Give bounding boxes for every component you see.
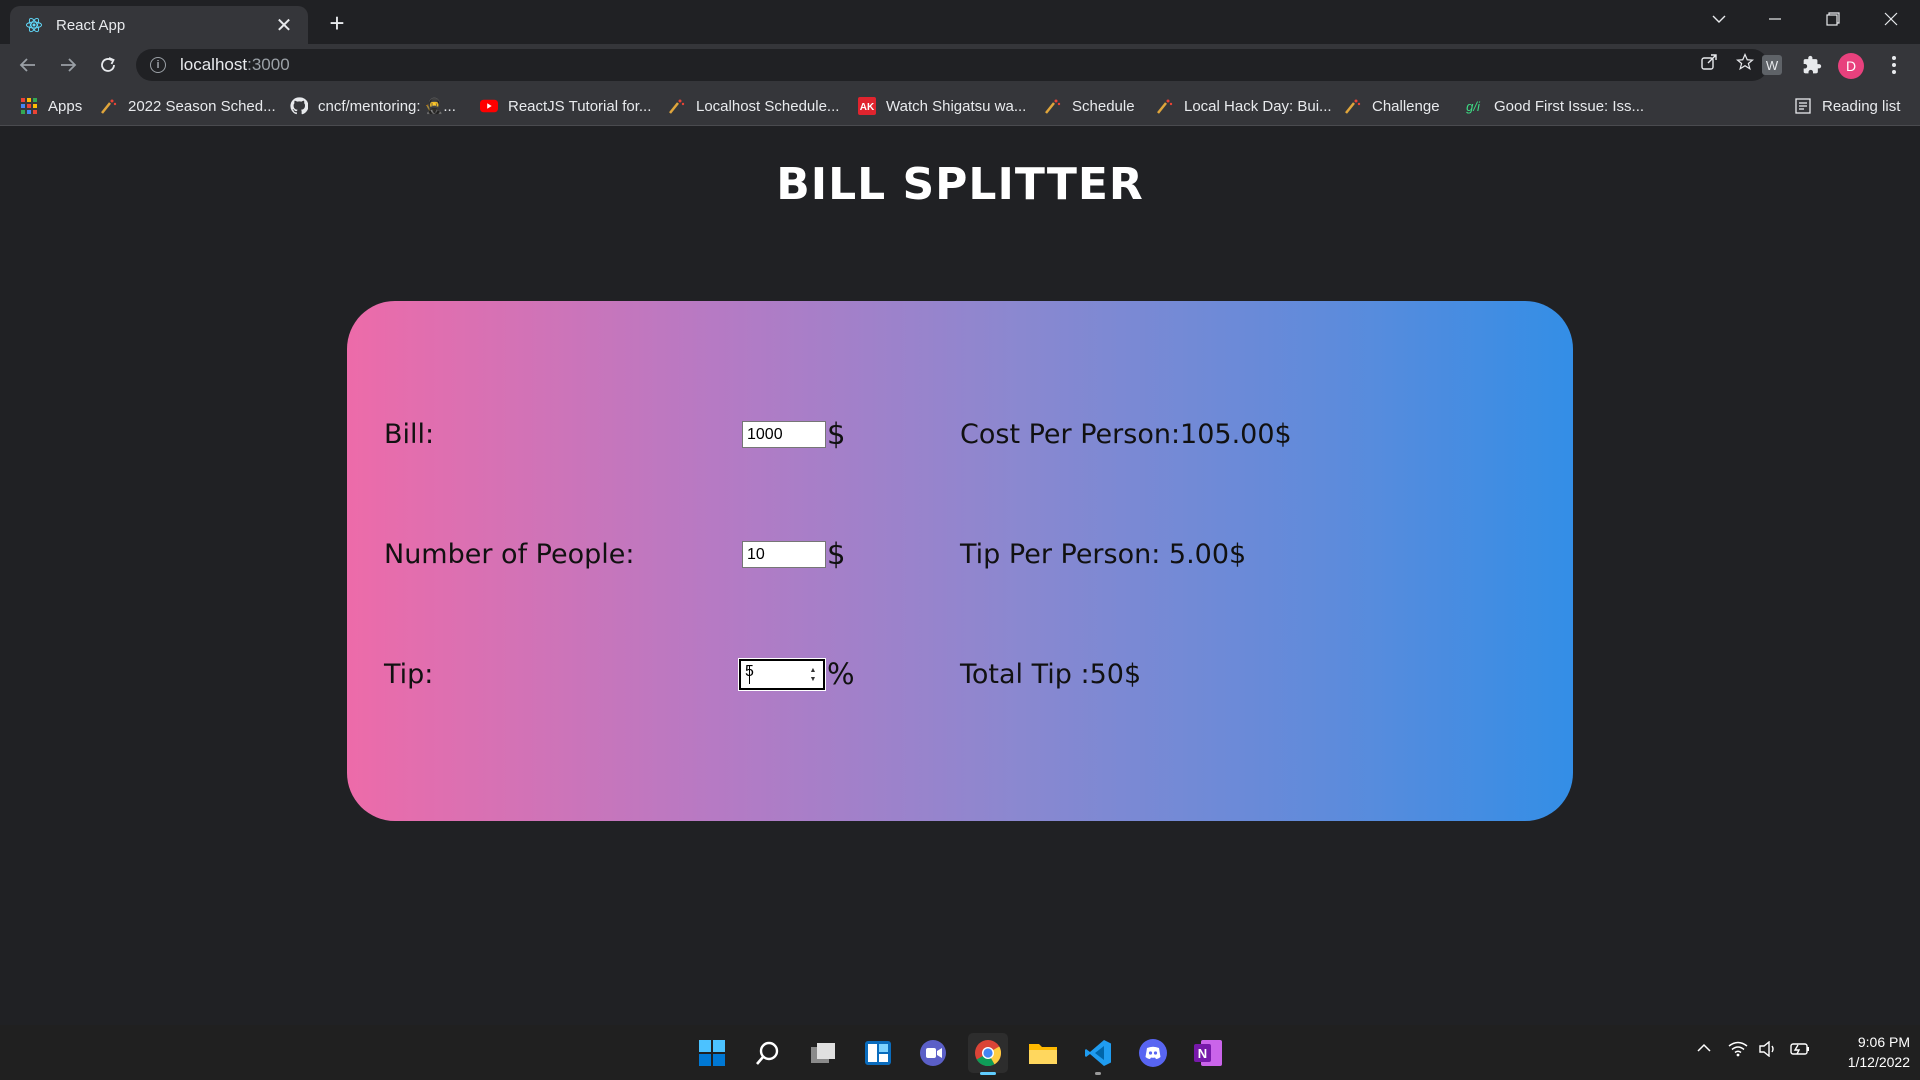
clock-time: 9:06 PM [1857,1034,1910,1050]
browser-toolbar: i localhost:3000 W D [0,44,1920,86]
page-content: BILL SPLITTER Bill: $ Cost Per Person:10… [0,127,1920,1025]
bookmark-cncf-mentoring[interactable]: cncf/mentoring: 🥷... [290,95,456,117]
reading-list-icon [1794,97,1812,115]
bookmark-localhost-schedule[interactable]: Localhost Schedule... [668,95,839,117]
search-icon[interactable] [748,1033,788,1073]
gfi-icon: g/i [1466,98,1480,114]
people-label: Number of People: [384,539,635,570]
devpost-icon [100,97,118,115]
tab-react-app[interactable]: React App ✕ [10,6,308,44]
bill-splitter-card: Bill: $ Cost Per Person:105.00$ Number o… [347,301,1573,821]
devpost-icon [1156,97,1174,115]
bookmark-challenge[interactable]: Challenge [1344,95,1440,117]
tab-title: React App [56,16,126,34]
bill-unit: $ [827,417,846,451]
bookmark-good-first-issue[interactable]: g/i Good First Issue: Iss... [1462,95,1644,117]
back-arrow-icon[interactable] [12,49,44,81]
running-app-indicator [1095,1072,1101,1075]
cost-per-person: Cost Per Person:105.00$ [960,419,1292,450]
onenote-icon[interactable]: N [1188,1033,1228,1073]
devpost-icon [1344,97,1362,115]
address-bar[interactable]: i localhost:3000 [136,49,1768,81]
reload-icon[interactable] [92,49,124,81]
windows-start-icon[interactable] [692,1033,732,1073]
restore-button[interactable] [1810,0,1856,38]
volume-icon[interactable] [1758,1040,1778,1062]
svg-text:AK: AK [860,102,875,113]
apps-grid-icon [20,97,38,115]
wifi-icon[interactable] [1728,1041,1748,1062]
github-icon [290,97,308,115]
battery-icon[interactable] [1788,1041,1810,1062]
total-tip: Total Tip :50$ [960,659,1142,690]
minimize-button[interactable] [1752,0,1798,38]
bookmark-local-hack-day[interactable]: Local Hack Day: Bui... [1156,95,1332,117]
bill-input[interactable] [742,421,826,448]
widgets-icon[interactable] [858,1033,898,1073]
chrome-icon[interactable] [968,1033,1008,1075]
site-info-icon[interactable]: i [150,57,166,73]
new-tab-button[interactable]: + [322,8,352,38]
url-port: :3000 [247,55,290,74]
tip-row: Tip: 5 ▲▼ % Total Tip :50$ [347,655,1573,695]
people-unit: $ [827,537,846,571]
bookmark-schedule[interactable]: Schedule [1044,95,1135,117]
close-tab-icon[interactable]: ✕ [272,13,296,37]
clock-date: 1/12/2022 [1847,1054,1910,1070]
bookmark-reactjs-tutorial[interactable]: ReactJS Tutorial for... [480,95,651,117]
active-app-indicator [980,1072,996,1075]
bill-label: Bill: [384,419,435,450]
extensions-puzzle-icon[interactable] [1798,51,1826,79]
task-view-icon[interactable] [803,1033,843,1073]
bookmark-apps[interactable]: Apps [20,95,82,117]
anime-site-icon: AK [858,97,876,115]
show-hidden-icons-chevron-icon[interactable] [1696,1041,1712,1059]
tab-search-icon[interactable] [1696,0,1742,38]
tip-input[interactable]: 5 ▲▼ [738,658,826,691]
teams-chat-icon[interactable] [913,1033,953,1073]
close-window-button[interactable] [1868,0,1914,38]
youtube-icon [480,97,498,115]
people-row: Number of People: $ Tip Per Person: 5.00… [347,535,1573,575]
tip-label: Tip: [384,659,434,690]
system-clock[interactable]: 9:06 PM 1/12/2022 [1820,1032,1910,1072]
svg-text:N: N [1198,1046,1207,1061]
windows-taskbar: N 9:06 PM 1/12/2022 [0,1025,1920,1080]
bookmarks-bar: Apps 2022 Season Sched... cncf/mentoring… [0,86,1920,126]
reading-list-button[interactable]: Reading list [1794,95,1900,117]
devpost-icon [1044,97,1062,115]
bill-row: Bill: $ Cost Per Person:105.00$ [347,415,1573,455]
kebab-menu-icon[interactable] [1880,51,1908,79]
devpost-icon [668,97,686,115]
profile-avatar[interactable]: D [1838,53,1864,79]
bookmark-star-icon[interactable] [1735,52,1755,77]
tip-per-person: Tip Per Person: 5.00$ [960,539,1247,570]
file-explorer-icon[interactable] [1023,1033,1063,1073]
discord-icon[interactable] [1133,1033,1173,1073]
tip-unit: % [827,657,855,691]
number-spinner-icon[interactable]: ▲ ▼ [808,667,818,683]
people-input[interactable] [742,541,826,568]
share-icon[interactable] [1700,53,1718,77]
bookmark-watch-shigatsu[interactable]: AK Watch Shigatsu wa... [858,95,1026,117]
forward-arrow-icon[interactable] [52,49,84,81]
page-title: BILL SPLITTER [776,159,1144,210]
text-caret [749,665,750,684]
react-logo-icon [24,15,44,35]
url-host: localhost [180,55,248,74]
vscode-icon[interactable] [1078,1033,1118,1075]
bookmark-2022-season[interactable]: 2022 Season Sched... [100,95,276,117]
extension-w-icon[interactable]: W [1758,51,1786,79]
tab-strip: React App ✕ + [0,0,1920,44]
